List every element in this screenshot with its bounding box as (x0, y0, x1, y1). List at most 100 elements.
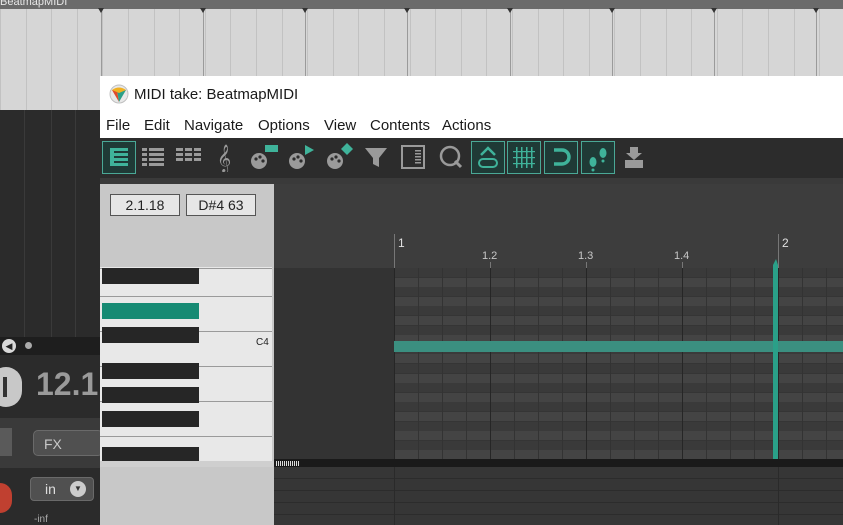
link-selection-icon (478, 146, 498, 168)
midi-toolbar: 𝄞 (100, 138, 843, 178)
filter-icon (365, 148, 387, 167)
grid-column-line (514, 268, 515, 459)
cc-bar-line (394, 467, 395, 525)
grid-column-line (706, 268, 707, 459)
svg-text:𝄞: 𝄞 (217, 144, 231, 172)
cc-grid-line (274, 478, 843, 479)
piano-bottom-edge (100, 461, 274, 467)
c4-label: C4 (256, 337, 269, 348)
list-icon (401, 145, 425, 169)
notation-view-button[interactable]: 𝄞 (207, 141, 241, 174)
arrange-grid-line (77, 9, 78, 110)
track-lane-divider (24, 110, 25, 340)
menu-navigate[interactable]: Navigate (184, 117, 243, 134)
named-notes-view-icon (142, 148, 164, 166)
event-list-view-button[interactable] (172, 141, 206, 174)
volume-readout: -inf (34, 514, 48, 525)
snap-magnet-icon (554, 148, 571, 166)
menu-view[interactable]: View (324, 117, 356, 134)
menu-bar: File Edit Navigate Options View Contents… (100, 113, 843, 138)
ruler-bar-2: 2 (782, 236, 789, 250)
black-key[interactable] (102, 387, 199, 403)
grid-column-line (610, 268, 611, 459)
menu-contents[interactable]: Contents (370, 117, 430, 134)
insert-note-icon (625, 147, 643, 168)
chevron-down-icon[interactable]: ▼ (70, 481, 86, 497)
cc-lane[interactable] (274, 467, 843, 525)
grid-column-line (778, 268, 779, 459)
window-title: MIDI take: BeatmapMIDI (134, 86, 299, 103)
ruler-beat-1-4: 1.4 (674, 250, 690, 262)
black-key[interactable] (102, 411, 199, 427)
black-key[interactable] (102, 327, 199, 343)
piano-roll-view-icon (110, 148, 128, 166)
arrange-grid-line (26, 9, 27, 110)
grid-column-line (658, 268, 659, 459)
arrange-item-title: BeatmapMIDI (0, 0, 68, 8)
fx-button[interactable]: FX (33, 430, 103, 456)
link-selection-button[interactable] (471, 141, 505, 174)
arrange-grid-line (51, 9, 52, 110)
step-input-button[interactable] (581, 141, 615, 174)
insert-note-button[interactable] (618, 141, 652, 174)
title-bar[interactable]: MIDI take: BeatmapMIDI (100, 76, 843, 113)
color-by-velocity-button[interactable] (246, 141, 280, 174)
grid-column-line (682, 268, 683, 459)
grid-column-line (538, 268, 539, 459)
scroll-grip-handle[interactable] (276, 461, 300, 466)
menu-edit[interactable]: Edit (144, 117, 170, 134)
grid-column-line (394, 268, 395, 459)
black-key[interactable] (102, 268, 199, 284)
named-notes-view-button[interactable] (137, 141, 171, 174)
filter-button[interactable] (360, 141, 394, 174)
musical-notation-view-icon: 𝄞 (217, 144, 231, 172)
time-display: 12.1 (36, 366, 99, 402)
color-notes-by-pitch-icon (327, 143, 353, 169)
grid-button[interactable] (507, 141, 541, 174)
color-notes-by-channel-icon (289, 145, 314, 169)
timeline-ruler[interactable] (274, 184, 843, 268)
white-key-divider (100, 436, 272, 437)
color-by-channel-button[interactable] (284, 141, 318, 174)
step-input-icon (589, 148, 607, 172)
piano-roll-view-button[interactable] (102, 141, 136, 174)
grid-column-line (826, 268, 827, 459)
grid-column-line (586, 268, 587, 459)
grid-column-line (466, 268, 467, 459)
track-side-button[interactable] (0, 428, 12, 456)
grid-column-line (634, 268, 635, 459)
horizontal-scrollbar[interactable] (274, 459, 843, 467)
grid-column-line (418, 268, 419, 459)
grid-column-line (490, 268, 491, 459)
scroll-left-icon[interactable]: ◀ (2, 339, 16, 353)
note-readout: D#4 63 (186, 194, 256, 216)
menu-options[interactable]: Options (258, 117, 310, 134)
cc-grid-line (274, 514, 843, 515)
grid-column-line (442, 268, 443, 459)
edit-cursor-handle[interactable] (773, 259, 778, 265)
quantize-button[interactable] (434, 141, 468, 174)
event-list-view-icon (176, 148, 201, 161)
reaper-app-icon (109, 84, 129, 104)
pause-icon (3, 377, 7, 397)
black-key-highlighted[interactable] (102, 303, 199, 319)
cc-bar-line (778, 467, 779, 525)
position-readout: 2.1.18 (110, 194, 180, 216)
ruler-beat-1-2: 1.2 (482, 250, 498, 262)
menu-actions[interactable]: Actions (442, 117, 491, 134)
color-notes-by-velocity-icon (251, 145, 278, 169)
ruler-beat-1-3: 1.3 (578, 250, 594, 262)
snap-button[interactable] (544, 141, 578, 174)
pre-item-region (274, 268, 394, 461)
grid-column-line (730, 268, 731, 459)
black-key[interactable] (102, 363, 199, 379)
arrange-grid-line (0, 9, 1, 110)
menu-file[interactable]: File (106, 117, 130, 134)
list-button[interactable] (397, 141, 431, 174)
scroll-thumb[interactable] (25, 342, 32, 349)
grid-column-line (562, 268, 563, 459)
color-by-pitch-button[interactable] (322, 141, 356, 174)
grid-column-line (802, 268, 803, 459)
grid-icon (513, 147, 535, 168)
edit-cursor[interactable] (773, 265, 778, 461)
